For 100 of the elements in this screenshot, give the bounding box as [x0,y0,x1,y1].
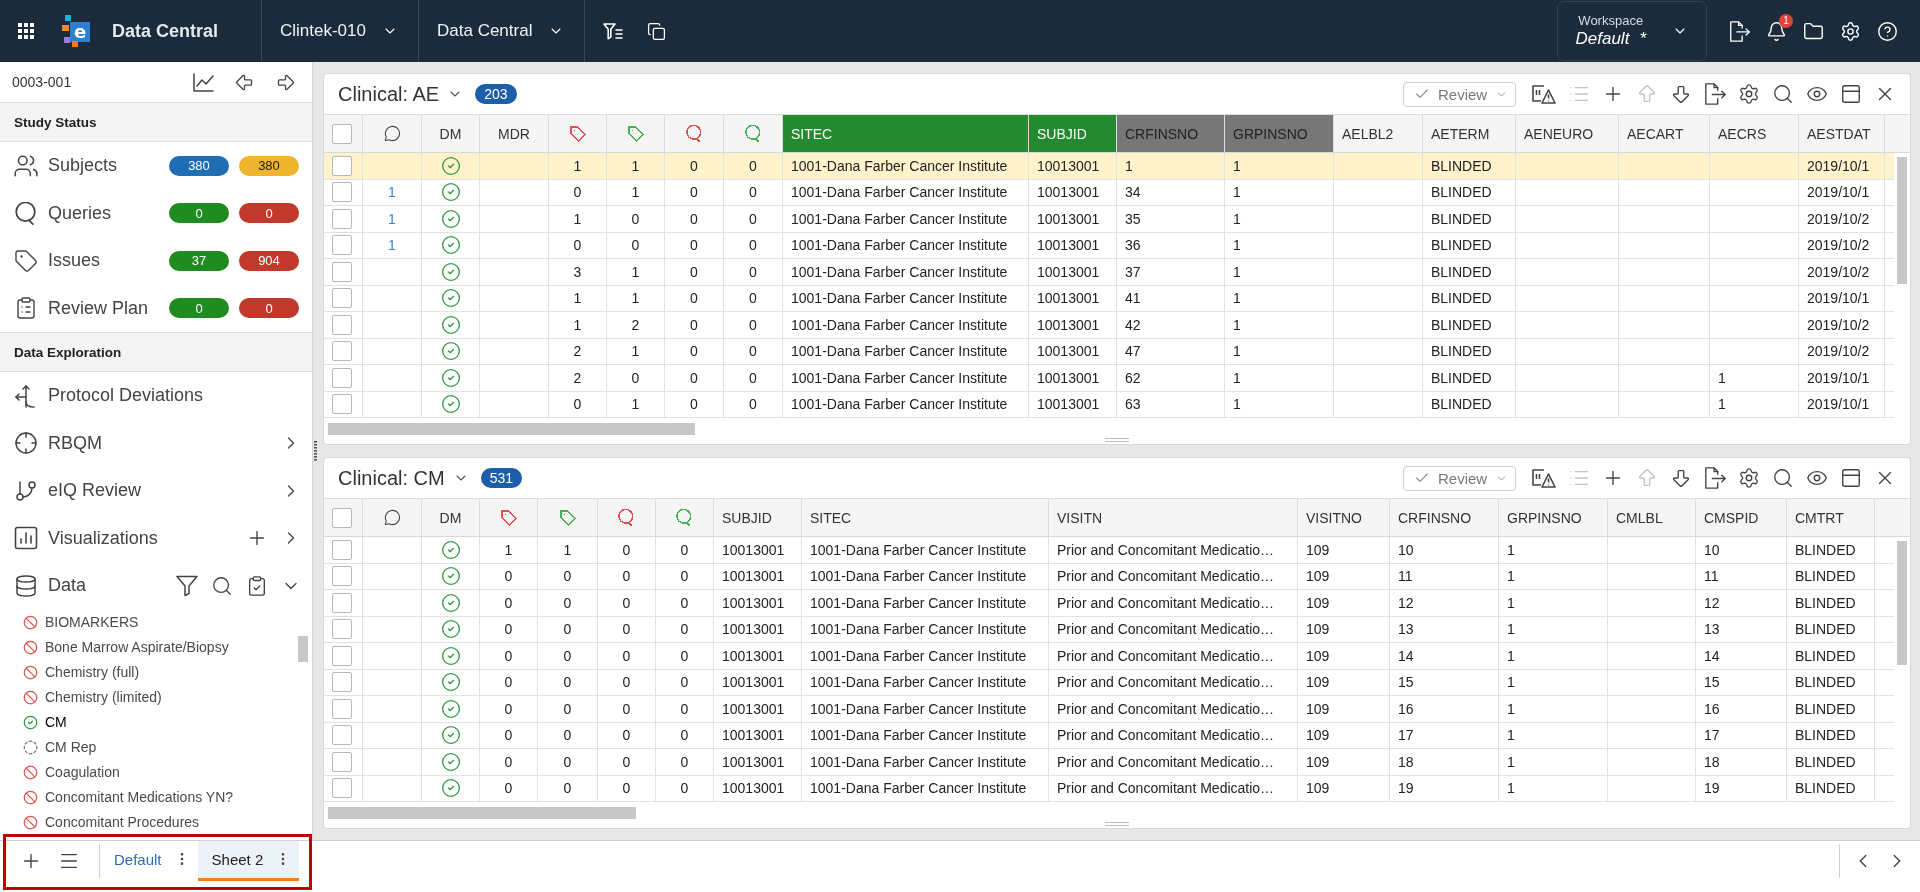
scrollbar-thumb[interactable] [1897,541,1907,665]
export-icon[interactable] [1704,467,1726,489]
column-header[interactable]: GRPINSNO [1499,499,1608,536]
row-checkbox[interactable] [332,341,352,362]
search-icon[interactable] [211,574,233,597]
search-icon[interactable] [1772,467,1794,489]
app-grid-icon[interactable] [18,23,34,39]
scrollbar-thumb[interactable] [328,807,636,819]
tag-icon[interactable] [569,125,586,142]
comment-count-link[interactable]: 1 [388,237,396,254]
query-icon[interactable] [676,509,693,526]
export-icon[interactable] [1729,20,1750,42]
context-dropdown[interactable]: Data Central [419,0,585,62]
row-checkbox[interactable] [332,155,352,176]
row-checkbox[interactable] [332,698,352,719]
nav-item-label[interactable]: Protocol Deviations [48,385,204,407]
dataset-item[interactable]: Chemistry (limited) [23,684,162,710]
row-checkbox[interactable] [332,208,352,229]
dataset-title-dropdown[interactable]: Clinical: CM [338,466,469,490]
column-header[interactable]: CRFINSNO [1117,115,1225,152]
scrollbar-thumb[interactable] [328,423,695,435]
dataset-item[interactable]: Bone Marrow Aspirate/Biopsy [23,634,229,660]
dataset-item[interactable]: CM [23,709,67,735]
dataset-title-dropdown[interactable]: Clinical: AE [338,82,464,106]
context-dropdown[interactable]: Clintek-010 [262,0,418,62]
folder-icon[interactable] [1803,20,1824,42]
table-row[interactable]: 0 0 0 0 10013001 1001-Dana Farber Cancer Institute Prior and Concomitant Medicatio… 109 15 1 15 BLINDED [324,669,1894,696]
table-row[interactable]: 2 1 0 0 1001-Dana Farber Cancer Institute 10013001 47 1 BLINDED 2019/10/2 [324,338,1894,365]
column-header[interactable]: AELBL2 [1334,115,1423,152]
column-header[interactable]: DM [422,499,480,536]
nav-item-label[interactable]: Review Plan [48,297,149,319]
table-row[interactable]: 0 0 0 0 10013001 1001-Dana Farber Cancer Institute Prior and Concomitant Medicatio… 109 17 1 17 BLINDED [324,722,1894,749]
nav-item-label[interactable]: Data [48,575,87,597]
help-icon[interactable] [1877,20,1898,42]
nav-item-label[interactable]: Visualizations [48,527,158,549]
query-icon[interactable] [744,125,762,142]
row-checkbox[interactable] [332,261,352,282]
clipboard-check-icon[interactable] [246,574,268,597]
nav-item-label[interactable]: Issues [48,250,101,272]
table-row[interactable]: 0 0 0 0 10013001 1001-Dana Farber Cancer Institute Prior and Concomitant Medicatio… 109 14 1 14 BLINDED [324,643,1894,670]
search-icon[interactable] [1772,83,1794,105]
row-checkbox[interactable] [332,314,352,335]
column-header[interactable]: VISITN [1049,499,1298,536]
dataset-item[interactable]: Concomitant Procedures [23,809,200,835]
column-header[interactable]: SITEC [783,115,1029,152]
table-row[interactable]: 0 0 0 0 10013001 1001-Dana Farber Cancer Institute Prior and Concomitant Medicatio… 109 13 1 13 BLINDED [324,616,1894,643]
export-icon[interactable] [1704,83,1726,105]
row-checkbox[interactable] [332,725,352,746]
review-dropdown[interactable]: Review [1403,81,1516,107]
nav-item-label[interactable]: eIQ Review [48,480,142,502]
table-row[interactable]: 1 1 0 0 0 1001-Dana Farber Cancer Institute 10013001 35 1 BLINDED 2019/10/2 [324,206,1894,233]
scrollbar-thumb[interactable] [1897,157,1907,284]
nav-item-label[interactable]: RBQM [48,432,102,454]
filter-list-icon[interactable] [603,22,624,40]
resize-grip-icon[interactable] [1105,438,1129,442]
table-row[interactable]: 0 0 0 0 10013001 1001-Dana Farber Cancer Institute Prior and Concomitant Medicatio… 109 11 1 11 BLINDED [324,563,1894,590]
settings-icon[interactable] [1840,20,1861,42]
row-checkbox[interactable] [332,672,352,693]
row-checkbox[interactable] [332,288,352,309]
row-checkbox[interactable] [332,394,352,415]
table-row[interactable]: 3 1 0 0 1001-Dana Farber Cancer Institute 10013001 37 1 BLINDED 2019/10/2 [324,259,1894,286]
table-row[interactable]: 1 1 0 0 1001-Dana Farber Cancer Institute 10013001 41 1 BLINDED 2019/10/1 [324,285,1894,312]
workspace-selector[interactable]: Workspace Default * [1556,1,1707,61]
table-row[interactable]: 1 0 0 0 0 1001-Dana Farber Cancer Institute 10013001 36 1 BLINDED 2019/10/2 [324,232,1894,259]
query-icon[interactable] [685,125,703,142]
query-icon[interactable] [618,509,635,526]
row-checkbox[interactable] [332,235,352,256]
table-row[interactable]: 0 0 0 0 10013001 1001-Dana Farber Cancer Institute Prior and Concomitant Medicatio… 109 18 1 18 BLINDED [324,749,1894,776]
column-header[interactable]: AENEURO [1516,115,1619,152]
table-row[interactable]: 0 0 0 0 10013001 1001-Dana Farber Cancer Institute Prior and Concomitant Medicatio… 109 12 1 12 BLINDED [324,590,1894,617]
table-row[interactable]: 1 1 0 0 1001-Dana Farber Cancer Institute 10013001 1 1 BLINDED 2019/10/1 [324,153,1894,180]
scrollbar-thumb[interactable] [298,635,308,662]
review-dropdown[interactable]: Review [1403,465,1516,491]
panel-layout-icon[interactable] [1840,467,1862,489]
copy-icon[interactable] [647,21,667,41]
dataset-item[interactable]: Concomitant Medications YN? [23,784,234,810]
table-row[interactable]: 1 1 0 0 10013001 1001-Dana Farber Cancer Institute Prior and Concomitant Medicatio… 109 10 1 10 BLINDED [324,537,1894,564]
select-all-checkbox[interactable] [332,123,352,144]
row-checkbox[interactable] [332,367,352,388]
column-header[interactable]: AETERM [1423,115,1516,152]
arrow-down-icon[interactable] [1670,467,1692,489]
row-checkbox[interactable] [332,566,352,587]
comment-count-link[interactable]: 1 [388,184,396,201]
table-row[interactable]: 0 0 0 0 10013001 1001-Dana Farber Cancer Institute Prior and Concomitant Medicatio… 109 19 1 19 BLINDED [324,775,1894,802]
settings-icon[interactable] [1738,83,1760,105]
table-row[interactable]: 1 2 0 0 1001-Dana Farber Cancer Institute 10013001 42 1 BLINDED 2019/10/2 [324,312,1894,339]
column-header[interactable]: CMTRT [1787,499,1875,536]
column-header[interactable]: SITEC [802,499,1049,536]
tag-icon[interactable] [559,509,576,526]
column-header[interactable]: SUBJID [714,499,802,536]
panel-layout-icon[interactable] [1840,83,1862,105]
comment-count-link[interactable]: 1 [388,210,396,227]
table-warning-icon[interactable] [1532,83,1556,105]
resize-grip-icon[interactable] [1105,822,1129,826]
column-header[interactable]: GRPINSNO [1225,115,1334,152]
dataset-item[interactable]: Coagulation [23,759,120,785]
nav-item-label[interactable]: Queries [48,202,112,224]
sheet-tab[interactable]: Sheet 2 [197,840,300,881]
filter-icon[interactable] [176,574,198,597]
arrow-down-icon[interactable] [1670,83,1692,105]
